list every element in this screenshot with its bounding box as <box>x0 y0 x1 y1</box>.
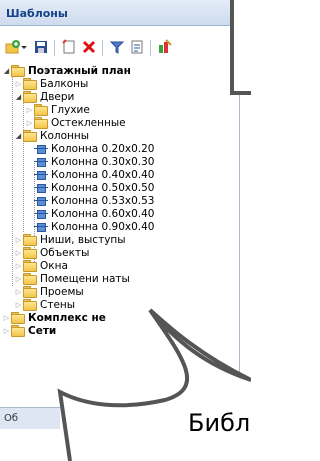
column-icon <box>34 208 48 219</box>
tree-node-steny[interactable]: ▷ Стены <box>14 298 75 311</box>
delete-icon[interactable] <box>80 38 98 56</box>
tree-node-osteklennye[interactable]: ▷ Остекленные <box>25 116 126 129</box>
folder-icon <box>11 325 25 337</box>
column-icon <box>34 169 48 180</box>
column-icon <box>34 182 48 193</box>
tree-node-seti[interactable]: ▷ Сети <box>2 324 56 337</box>
panel-title: Шаблоны <box>6 7 68 20</box>
tree-node-obekty[interactable]: ▷ Объекты <box>14 246 89 259</box>
expand-arrow-icon[interactable]: ▷ <box>14 77 23 90</box>
tree-leaf-column[interactable]: Колонна 0.90x0.40 <box>34 220 155 233</box>
properties-icon[interactable] <box>156 38 174 56</box>
collapse-arrow-icon[interactable]: ◢ <box>2 64 11 77</box>
collapse-arrow-icon[interactable]: ◢ <box>14 90 23 103</box>
tree-leaf-column[interactable]: Колонна 0.20x0.20 <box>34 142 155 155</box>
chevron-down-icon[interactable] <box>20 38 28 56</box>
tree-node-root[interactable]: ◢ Поэтажный план <box>2 64 131 77</box>
toolbar-separator <box>102 40 103 56</box>
expand-arrow-icon[interactable]: ▷ <box>25 103 34 116</box>
save-icon[interactable] <box>32 38 50 56</box>
callout-text: Библ <box>188 409 251 437</box>
new-template-icon[interactable] <box>60 38 78 56</box>
folder-icon <box>23 299 37 311</box>
tree-node-pomeshcheniya[interactable]: ▷ Помещени наты <box>14 272 130 285</box>
tree-node-proemy[interactable]: ▷ Проемы <box>14 285 84 298</box>
folder-open-icon <box>11 65 25 77</box>
folder-icon <box>23 234 37 246</box>
tree-node-dveri[interactable]: ◢ Двери <box>14 90 74 103</box>
tree-node-nishi[interactable]: ▷ Ниши, выступы <box>14 233 126 246</box>
column-icon <box>34 195 48 206</box>
expand-arrow-icon[interactable]: ▷ <box>2 324 11 337</box>
tree-leaf-column[interactable]: Колонна 0.50x0.50 <box>34 181 155 194</box>
tree-node-kolonny[interactable]: ◢ Колонны <box>14 129 89 142</box>
folder-icon <box>23 247 37 259</box>
tree-leaf-column[interactable]: Колонна 0.53x0.53 <box>34 194 155 207</box>
toolbar-separator <box>54 40 55 56</box>
tree-leaf-column[interactable]: Колонна 0.60x0.40 <box>34 207 155 220</box>
expand-arrow-icon[interactable]: ▷ <box>14 246 23 259</box>
toolbar <box>0 36 239 60</box>
folder-open-icon <box>23 130 37 142</box>
tree-node-glukhie[interactable]: ▷ Глухие <box>25 103 90 116</box>
folder-icon <box>34 104 48 116</box>
column-icon <box>34 143 48 154</box>
folder-icon <box>23 78 37 90</box>
expand-arrow-icon[interactable]: ▷ <box>14 285 23 298</box>
column-icon <box>34 156 48 167</box>
filter-icon[interactable] <box>108 38 126 56</box>
folder-icon <box>23 286 37 298</box>
folder-open-icon <box>23 91 37 103</box>
expand-arrow-icon[interactable]: ▷ <box>14 298 23 311</box>
collapse-arrow-icon[interactable]: ◢ <box>14 129 23 142</box>
template-tree: ◢ Поэтажный план ▷ Балконы ◢ Двери ▷ Глу… <box>0 64 239 394</box>
tree-node-balkony[interactable]: ▷ Балконы <box>14 77 88 90</box>
tree-node-okna[interactable]: ▷ Окна <box>14 259 68 272</box>
expand-arrow-icon[interactable]: ▷ <box>14 272 23 285</box>
tree-leaf-column[interactable]: Колонна 0.40x0.40 <box>34 168 155 181</box>
templates-panel: Шаблоны ◢ Поэтажный план ▷ Балконы ◢ Две… <box>0 0 240 461</box>
panel-titlebar: Шаблоны <box>0 0 239 26</box>
column-icon <box>34 221 48 232</box>
expand-arrow-icon[interactable]: ▷ <box>25 116 34 129</box>
export-icon[interactable] <box>128 38 146 56</box>
expand-arrow-icon[interactable]: ▷ <box>14 259 23 272</box>
folder-icon <box>23 260 37 272</box>
toolbar-separator <box>150 40 151 56</box>
folder-icon <box>11 312 25 324</box>
expand-arrow-icon[interactable]: ▷ <box>2 311 11 324</box>
folder-icon <box>34 117 48 129</box>
tree-leaf-column[interactable]: Колонна 0.30x0.30 <box>34 155 155 168</box>
status-text: Об <box>4 413 19 424</box>
folder-icon <box>23 273 37 285</box>
tree-node-kompleks[interactable]: ▷ Комплекс не <box>2 311 106 324</box>
expand-arrow-icon[interactable]: ▷ <box>14 233 23 246</box>
